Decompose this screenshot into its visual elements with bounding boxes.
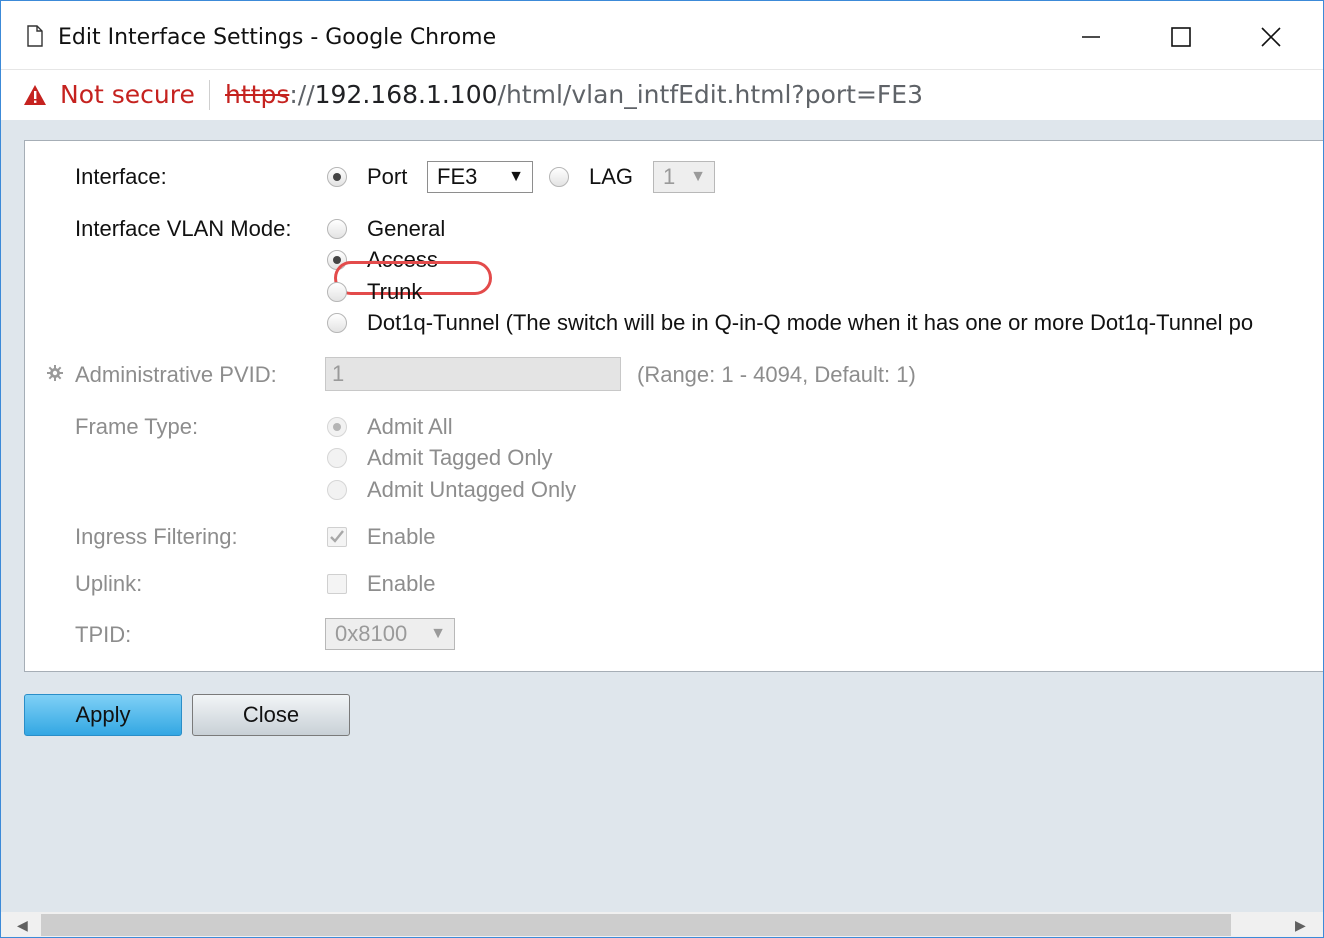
frame-untagged-radio[interactable] xyxy=(327,480,347,500)
scroll-right-icon[interactable]: ▶ xyxy=(1295,914,1306,936)
uplink-checkbox[interactable] xyxy=(327,574,347,594)
mode-dot1q-radio[interactable] xyxy=(327,313,347,333)
horizontal-scrollbar[interactable]: ◀ ▶ xyxy=(1,912,1323,937)
vlan-mode-label: Interface VLAN Mode: xyxy=(75,216,292,241)
frame-untagged-label: Admit Untagged Only xyxy=(367,477,577,502)
pvid-input[interactable]: 1 xyxy=(325,357,621,391)
tpid-select[interactable]: 0x8100 ▼ xyxy=(325,618,455,650)
mode-general-radio[interactable] xyxy=(327,219,347,239)
mode-trunk-radio[interactable] xyxy=(327,282,347,302)
frame-admit-all-label: Admit All xyxy=(367,414,453,439)
settings-panel: Interface: Port FE3 ▼ LAG 1 ▼ Interface … xyxy=(24,140,1323,672)
port-radio[interactable] xyxy=(327,167,347,187)
lag-label: LAG xyxy=(589,164,634,189)
address-divider xyxy=(209,80,210,110)
url-scheme: https xyxy=(225,80,290,109)
frame-admit-all-radio[interactable] xyxy=(327,417,347,437)
pvid-range-hint: (Range: 1 - 4094, Default: 1) xyxy=(637,362,916,387)
window-title: Edit Interface Settings - Google Chrome xyxy=(58,25,497,50)
mode-general-label: General xyxy=(367,216,446,241)
chevron-down-icon: ▼ xyxy=(508,168,524,185)
frame-type-label: Frame Type: xyxy=(75,414,199,439)
close-icon xyxy=(1261,27,1281,47)
ingress-checkbox[interactable] xyxy=(327,527,347,547)
tpid-label: TPID: xyxy=(75,622,132,647)
minimize-icon xyxy=(1082,36,1100,38)
port-label: Port xyxy=(367,164,408,189)
minimize-button[interactable] xyxy=(1061,13,1121,61)
ingress-enable-label: Enable xyxy=(367,524,436,549)
tpid-select-value: 0x8100 xyxy=(335,621,408,646)
pvid-label: Administrative PVID: xyxy=(75,362,277,387)
lag-radio[interactable] xyxy=(549,167,569,187)
chevron-down-icon: ▼ xyxy=(690,168,706,185)
frame-tagged-label: Admit Tagged Only xyxy=(367,445,553,470)
scrollbar-thumb[interactable] xyxy=(41,914,1231,936)
page-icon xyxy=(27,25,43,47)
ingress-label: Ingress Filtering: xyxy=(75,524,238,549)
url-separator: :// xyxy=(289,80,315,109)
mode-trunk-label: Trunk xyxy=(367,279,423,304)
scroll-left-icon[interactable]: ◀ xyxy=(17,914,28,936)
close-button[interactable]: Close xyxy=(192,694,350,736)
maximize-icon xyxy=(1171,27,1191,47)
url-path: /html/vlan_intfEdit.html?port=FE3 xyxy=(497,80,923,109)
port-select[interactable]: FE3 ▼ xyxy=(427,161,533,193)
port-select-value: FE3 xyxy=(437,164,478,189)
apply-button[interactable]: Apply xyxy=(24,694,182,736)
chevron-down-icon: ▼ xyxy=(430,625,446,642)
page-content: Interface: Port FE3 ▼ LAG 1 ▼ Interface … xyxy=(1,120,1323,912)
mode-dot1q-label: Dot1q-Tunnel (The switch will be in Q-in… xyxy=(367,310,1254,335)
pvid-value: 1 xyxy=(332,361,345,386)
maximize-button[interactable] xyxy=(1151,13,1211,61)
uplink-enable-label: Enable xyxy=(367,571,436,596)
url-host: 192.168.1.100 xyxy=(314,80,498,109)
gear-icon xyxy=(47,365,63,381)
browser-window: Edit Interface Settings - Google Chrome … xyxy=(0,0,1324,938)
uplink-label: Uplink: xyxy=(75,571,143,596)
close-window-button[interactable] xyxy=(1241,13,1301,61)
warning-icon xyxy=(24,85,46,105)
address-bar[interactable]: Not secure https://192.168.1.100/html/vl… xyxy=(1,69,1323,121)
frame-tagged-radio[interactable] xyxy=(327,448,347,468)
not-secure-label[interactable]: Not secure xyxy=(60,80,195,109)
title-bar: Edit Interface Settings - Google Chrome xyxy=(1,1,1323,69)
lag-select[interactable]: 1 ▼ xyxy=(653,161,715,193)
interface-label: Interface: xyxy=(75,164,167,189)
url-text[interactable]: https://192.168.1.100/html/vlan_intfEdit… xyxy=(225,80,923,109)
lag-select-value: 1 xyxy=(663,164,676,189)
checkmark-icon xyxy=(330,530,344,543)
